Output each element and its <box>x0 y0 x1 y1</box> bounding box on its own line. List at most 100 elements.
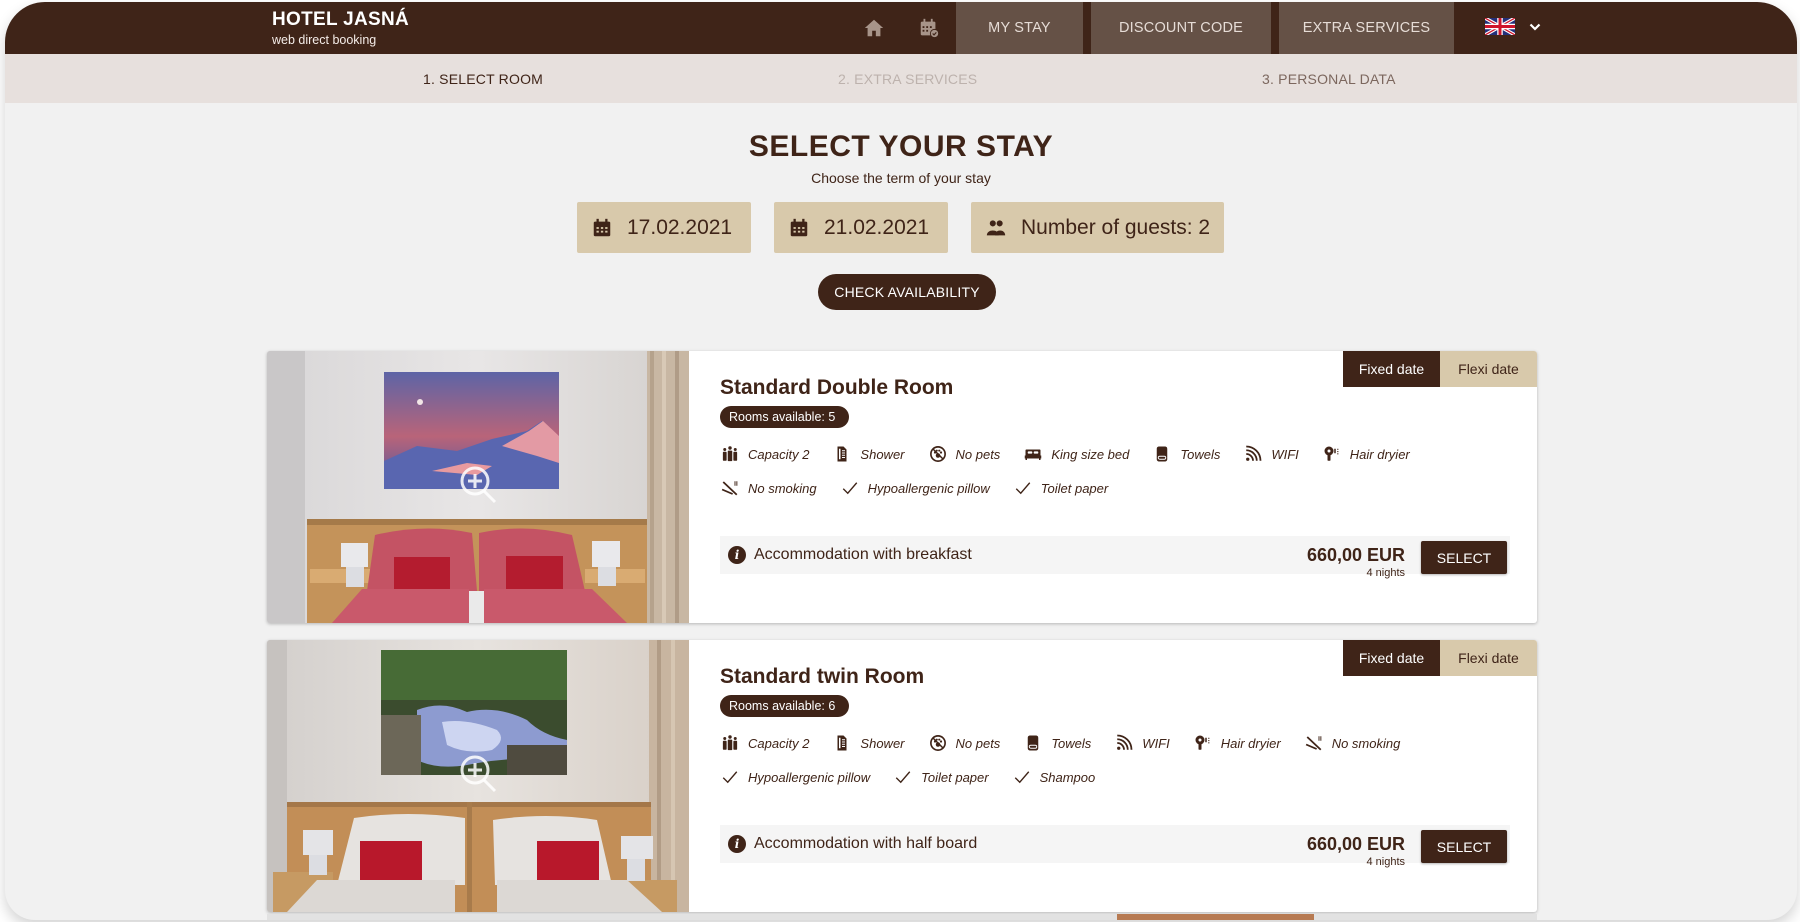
amenities-row: Capacity 2 Shower No pets King size bed … <box>721 445 1434 463</box>
page-subtitle: Choose the term of your stay <box>811 170 991 186</box>
amenity: WIFI <box>1115 734 1170 752</box>
room-card: Fixed date Flexi date Standard twin Room… <box>267 640 1537 912</box>
brand-logo[interactable]: HOTEL JASNÁ web direct booking <box>272 9 409 47</box>
shower-icon <box>837 735 847 751</box>
amenity: Toilet paper <box>894 768 989 786</box>
availability-badge: Rooms available: 5 <box>720 406 850 428</box>
amenity: Shower <box>833 734 905 752</box>
amenity: Toilet paper <box>1014 479 1108 497</box>
amenity: Shampoo <box>1013 768 1096 786</box>
date-from-value: 17.02.2021 <box>627 215 733 239</box>
room-title: Standard twin Room <box>720 665 925 688</box>
browser-window: HOTEL JASNÁ web direct booking MY STAY D… <box>5 2 1797 920</box>
amenity-label: Shower <box>860 735 905 751</box>
home-icon[interactable] <box>863 17 885 39</box>
select-room-button[interactable]: SELECT <box>1421 830 1507 863</box>
language-selector[interactable] <box>1485 18 1541 35</box>
check-icon <box>895 771 911 784</box>
check-icon <box>1015 482 1031 495</box>
guests-field[interactable]: Number of guests: 2 <box>971 202 1224 253</box>
amenity: Hypoallergenic pillow <box>841 479 990 497</box>
step-personal-data[interactable]: 3. PERSONAL DATA <box>1262 71 1396 87</box>
room-photo[interactable] <box>267 351 689 623</box>
check-icon <box>842 482 857 495</box>
date-to-value: 21.02.2021 <box>824 215 930 239</box>
amenity: Hypoallergenic pillow <box>721 768 870 786</box>
info-icon[interactable]: i <box>728 546 746 564</box>
amenity: Hair dryier <box>1323 445 1410 463</box>
amenity: Towels <box>1153 445 1220 463</box>
amenity-label: No smoking <box>1331 735 1401 751</box>
amenity: No pets <box>929 734 1000 752</box>
amenity: WIFI <box>1244 445 1299 463</box>
date-to-field[interactable]: 21.02.2021 <box>774 202 948 253</box>
amenity-label: Hair dryier <box>1349 446 1410 462</box>
tab-fixed-date[interactable]: Fixed date <box>1343 351 1440 387</box>
no-smoking-icon <box>1305 736 1322 751</box>
brand-title: HOTEL JASNÁ <box>272 9 410 30</box>
amenity-label: Towels <box>1180 446 1221 462</box>
amenity-label: Toilet paper <box>921 769 989 785</box>
date-from-field[interactable]: 17.02.2021 <box>577 202 751 253</box>
amenity-label: Capacity 2 <box>748 735 810 751</box>
amenity: Capacity 2 <box>721 445 809 463</box>
amenity-label: Hair dryier <box>1220 735 1281 751</box>
offer-label: Accommodation with half board <box>754 835 978 852</box>
amenities-row: Hypoallergenic pillow Toilet paper Shamp… <box>721 768 1119 786</box>
tab-flexi-date[interactable]: Flexi date <box>1440 640 1537 676</box>
check-availability-button[interactable]: CHECK AVAILABILITY <box>818 274 996 310</box>
nav-my-stay[interactable]: MY STAY <box>956 2 1083 54</box>
amenity: No smoking <box>721 479 817 497</box>
next-room-photo-edge <box>1117 914 1314 920</box>
room-photo[interactable] <box>267 640 689 912</box>
info-icon[interactable]: i <box>728 835 746 853</box>
amenity: Shower <box>833 445 905 463</box>
wifi-icon <box>1117 734 1133 750</box>
amenity-label: Capacity 2 <box>748 446 810 462</box>
tab-flexi-date[interactable]: Flexi date <box>1440 351 1537 387</box>
price-block: 660,00 EUR 4 nights <box>1307 545 1405 579</box>
page-title: SELECT YOUR STAY <box>748 130 1054 163</box>
amenity-label: WIFI <box>1271 446 1299 462</box>
check-icon <box>722 771 738 784</box>
amenity: No pets <box>929 445 1000 463</box>
check-icon <box>1014 771 1029 784</box>
towel-icon <box>1028 735 1039 751</box>
uk-flag-icon <box>1485 18 1515 35</box>
brand-subtitle: web direct booking <box>272 33 377 47</box>
no-smoking-icon <box>721 481 738 496</box>
amenity-label: Toilet paper <box>1040 480 1109 496</box>
amenity-label: Towels <box>1051 735 1092 751</box>
people-icon <box>722 446 738 462</box>
shower-icon <box>837 446 847 462</box>
users-icon <box>986 219 1006 235</box>
nav-discount-code-label: DISCOUNT CODE <box>1119 20 1243 36</box>
amenity: King size bed <box>1024 445 1129 463</box>
zoom-in-icon[interactable] <box>457 752 501 796</box>
nav-discount-code[interactable]: DISCOUNT CODE <box>1091 2 1271 54</box>
nav-extra-services[interactable]: EXTRA SERVICES <box>1279 2 1454 54</box>
room-card: Fixed date Flexi date Standard Double Ro… <box>267 351 1537 623</box>
amenity-label: No smoking <box>748 480 817 496</box>
amenity-label: Hypoallergenic pillow <box>748 769 871 785</box>
step-select-room[interactable]: 1. SELECT ROOM <box>423 71 543 87</box>
offer-label: Accommodation with breakfast <box>754 546 972 563</box>
guests-value: Number of guests: 2 <box>1021 215 1211 239</box>
amenity-label: Shampoo <box>1039 769 1096 785</box>
hair-dryer-icon <box>1195 735 1210 750</box>
zoom-in-icon[interactable] <box>457 463 501 507</box>
step-extra-services: 2. EXTRA SERVICES <box>838 71 978 87</box>
calendar-check-icon[interactable] <box>918 17 940 39</box>
next-room-card-edge <box>267 914 1537 920</box>
nav-my-stay-label: MY STAY <box>988 20 1051 36</box>
no-pets-icon <box>929 735 946 751</box>
tab-fixed-date[interactable]: Fixed date <box>1343 640 1440 676</box>
select-room-button[interactable]: SELECT <box>1421 541 1507 574</box>
price-amount: 660,00 EUR <box>1306 834 1405 854</box>
price-nights: 4 nights <box>1366 856 1405 868</box>
nav-extra-services-label: EXTRA SERVICES <box>1302 20 1431 36</box>
people-icon <box>722 735 738 751</box>
amenity: No smoking <box>1305 734 1401 752</box>
hair-dryer-icon <box>1324 446 1339 461</box>
bed-icon <box>1025 449 1042 460</box>
